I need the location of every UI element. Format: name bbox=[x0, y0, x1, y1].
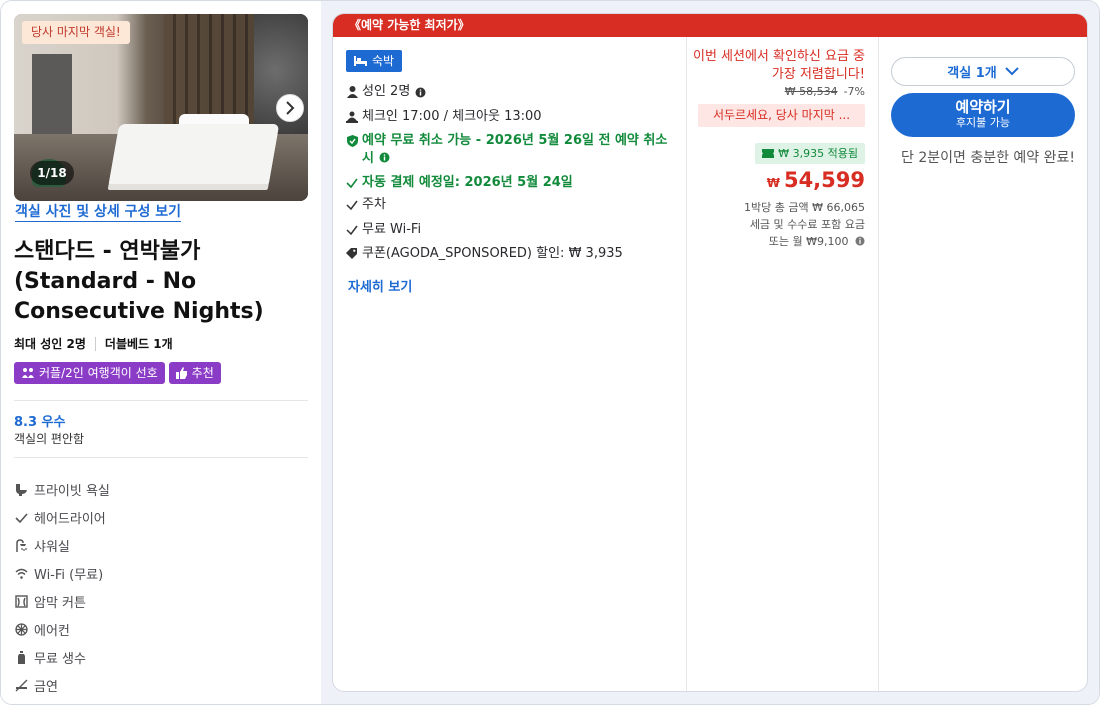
info-icon[interactable] bbox=[414, 83, 426, 101]
check-icon bbox=[14, 510, 28, 524]
no-smoking-icon bbox=[14, 678, 28, 692]
stay-badge: 숙박 bbox=[346, 50, 403, 72]
original-price: ₩ 58,534 -7% bbox=[784, 85, 865, 98]
amenity-hair-dryer: 헤어드라이어 bbox=[14, 503, 110, 531]
feature-wifi: 무료 Wi-Fi bbox=[346, 221, 421, 239]
feature-free-cancellation: 예약 무료 취소 가능 - 2026년 5월 26일 전 예약 취소 시 bbox=[346, 132, 676, 168]
more-details-link[interactable]: 자세히 보기 bbox=[348, 276, 412, 295]
feature-guests: 성인 2명 bbox=[346, 83, 426, 101]
amenity-air-conditioning: 에어컨 bbox=[14, 615, 110, 643]
check-icon bbox=[346, 221, 358, 239]
amenity-shower: 샤워실 bbox=[14, 531, 110, 559]
check-icon bbox=[346, 174, 358, 192]
thumbs-up-icon bbox=[175, 367, 187, 379]
lowest-price-message: 이번 세션에서 확인하신 요금 중 가장 저렴합니다! bbox=[692, 49, 865, 82]
room-title: 스탠다드 - 연박불가 (Standard - No Consecutive N… bbox=[14, 239, 264, 324]
chevron-right-icon bbox=[286, 101, 295, 115]
amenity-free-water: 무료 생수 bbox=[14, 643, 110, 671]
max-guests: 최대 성인 2명 bbox=[14, 337, 86, 351]
last-room-badge: 당사 마지막 객실! bbox=[22, 21, 130, 44]
fan-icon bbox=[14, 622, 28, 636]
person-icon bbox=[346, 83, 358, 101]
photo-counter: 1/18 bbox=[30, 161, 74, 185]
feature-parking: 주차 bbox=[346, 196, 386, 214]
room-info-column: 당사 마지막 객실! 1/18 객실 사진 및 상세 구성 보기 스탠다드 - … bbox=[1, 1, 321, 704]
bed-icon bbox=[354, 56, 367, 66]
amenity-list: 프라이빗 욕실 헤어드라이어 샤워실 Wi-Fi (무료) 암막 커튼 에어컨 bbox=[14, 475, 110, 699]
amenity-blackout-curtains: 암막 커튼 bbox=[14, 587, 110, 615]
discount-percent: -7% bbox=[843, 85, 865, 98]
check-icon bbox=[346, 196, 358, 214]
room-score-label: 객실의 편안함 bbox=[14, 432, 85, 446]
toilet-icon bbox=[14, 482, 28, 496]
next-photo-button[interactable] bbox=[276, 94, 304, 122]
feature-checkin: 체크인 17:00 / 체크아웃 13:00 bbox=[346, 108, 542, 126]
shower-icon bbox=[14, 538, 28, 552]
amenity-non-smoking: 금연 bbox=[14, 671, 110, 699]
final-price: ₩ 54,599 bbox=[766, 168, 865, 192]
tag-couples: 커플/2인 여행객이 선호 bbox=[14, 362, 165, 384]
offer-header: 《예약 가능한 최저가》 bbox=[333, 14, 1087, 37]
feature-coupon: 쿠폰(AGODA_SPONSORED) 할인: ₩ 3,935 bbox=[346, 245, 623, 263]
info-icon[interactable] bbox=[379, 152, 390, 163]
room-score: 8.3 우수 bbox=[14, 415, 66, 430]
room-specs: 최대 성인 2명 더블베드 1개 bbox=[14, 335, 173, 352]
feature-auto-payment: 자동 결제 예정일: 2026년 5월 24일 bbox=[346, 174, 573, 192]
couple-icon bbox=[22, 368, 34, 378]
coupon-applied-badge: ₩ 3,935 적용됨 bbox=[755, 143, 865, 164]
book-button[interactable]: 예약하기 후지불 가능 bbox=[891, 93, 1075, 137]
chevron-down-icon bbox=[1005, 67, 1019, 76]
quick-booking-note: 단 2분이면 충분한 예약 완료! bbox=[901, 150, 1075, 166]
bed-type: 더블베드 1개 bbox=[104, 337, 173, 351]
ticket-icon bbox=[762, 149, 775, 158]
tag-icon bbox=[346, 245, 358, 263]
info-icon[interactable] bbox=[855, 236, 865, 246]
room-tags: 커플/2인 여행객이 선호 추천 bbox=[14, 362, 221, 384]
offer-card: 《예약 가능한 최저가》 숙박 성인 2명 체크인 17:00 / 체크아웃 1… bbox=[332, 13, 1088, 692]
amenity-wifi: Wi-Fi (무료) bbox=[14, 559, 110, 587]
room-photos-link[interactable]: 객실 사진 및 상세 구성 보기 bbox=[15, 204, 182, 222]
blackout-curtain-icon bbox=[14, 594, 28, 608]
hurry-banner: 서두르세요, 당사 마지막 ... bbox=[698, 104, 865, 127]
checkin-icon bbox=[346, 108, 358, 126]
room-count-select[interactable]: 객실 1개 bbox=[891, 57, 1075, 86]
amenity-private-bathroom: 프라이빗 욕실 bbox=[14, 475, 110, 503]
shield-check-icon bbox=[346, 132, 358, 150]
room-offer-panel: 당사 마지막 객실! 1/18 객실 사진 및 상세 구성 보기 스탠다드 - … bbox=[0, 0, 1100, 705]
water-bottle-icon bbox=[14, 650, 28, 664]
price-notes: 1박당 총 금액 ₩ 66,065 세금 및 수수료 포함 요금 또는 월 ₩9… bbox=[744, 201, 865, 248]
tag-recommended: 추천 bbox=[168, 362, 221, 384]
wifi-icon bbox=[14, 566, 28, 580]
